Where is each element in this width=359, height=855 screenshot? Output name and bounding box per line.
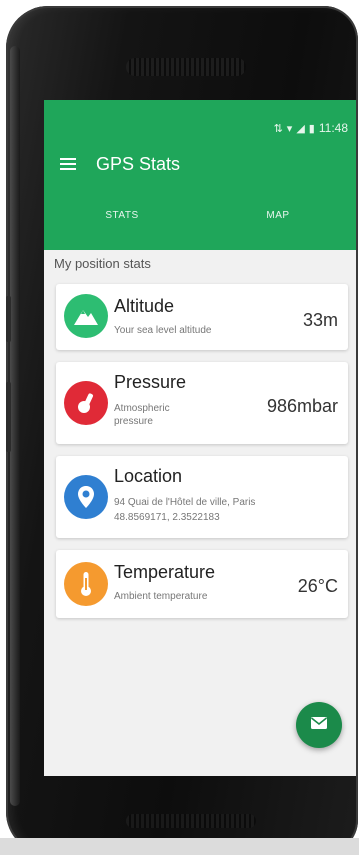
temperature-title: Temperature — [114, 562, 216, 582]
pressure-value: 986mbar — [266, 396, 338, 416]
battery-icon: ▮ — [308, 122, 315, 135]
app-bar: ⇅ ▾ ◢ ▮ 11:48 GPS Stats STATS MAP — [44, 100, 356, 250]
tab-stats[interactable]: STATS — [44, 206, 200, 234]
hamburger-menu-icon[interactable] — [60, 158, 76, 170]
temperature-subtitle: Ambient temperature — [114, 591, 208, 602]
location-pin-icon — [64, 475, 108, 519]
volume-button — [6, 296, 11, 342]
altitude-card[interactable]: Altitude Your sea level altitude 33m — [56, 284, 348, 350]
status-time: 11:48 — [318, 121, 348, 135]
altitude-subtitle: Your sea level altitude — [114, 325, 212, 336]
section-title: My position stats — [54, 256, 151, 271]
app-screen: ⇅ ▾ ◢ ▮ 11:48 GPS Stats STATS MAP My pos… — [44, 100, 356, 776]
thermometer-icon — [64, 562, 108, 606]
floor-shadow — [0, 838, 359, 855]
location-title: Location — [114, 466, 183, 486]
power-button — [6, 382, 11, 452]
pressure-subtitle: Atmospheric pressure — [114, 403, 170, 427]
signal-icon: ⇅ — [273, 122, 283, 135]
phone-edge — [10, 46, 20, 806]
cell-icon: ◢ — [296, 122, 305, 135]
mail-icon — [310, 716, 328, 735]
gauge-icon — [64, 381, 108, 425]
tab-bar: STATS MAP — [44, 206, 356, 234]
location-coordinates: 48.8569171, 2.3522183 — [114, 512, 220, 523]
pressure-title: Pressure — [114, 372, 187, 392]
phone-frame: ⇅ ▾ ◢ ▮ 11:48 GPS Stats STATS MAP My pos… — [6, 6, 358, 854]
altitude-value: 33m — [302, 310, 338, 330]
temperature-value: 26°C — [297, 576, 338, 596]
app-title: GPS Stats — [96, 153, 181, 174]
tab-map[interactable]: MAP — [200, 206, 356, 234]
status-bar: ⇅ ▾ ◢ ▮ 11:48 — [274, 120, 348, 136]
location-address: 94 Quai de l'Hôtel de ville, Paris — [114, 497, 256, 508]
pressure-card[interactable]: Pressure Atmospheric pressure 986mbar — [56, 362, 348, 444]
bottom-speaker — [126, 814, 256, 828]
location-card[interactable]: Location 94 Quai de l'Hôtel de ville, Pa… — [56, 456, 348, 538]
mail-fab-button[interactable] — [296, 702, 342, 748]
altitude-title: Altitude — [114, 296, 175, 316]
mountain-icon — [64, 294, 108, 338]
temperature-card[interactable]: Temperature Ambient temperature 26°C — [56, 550, 348, 618]
top-speaker — [126, 58, 246, 76]
wifi-icon: ▾ — [286, 122, 293, 135]
toolbar: GPS Stats — [44, 148, 356, 180]
